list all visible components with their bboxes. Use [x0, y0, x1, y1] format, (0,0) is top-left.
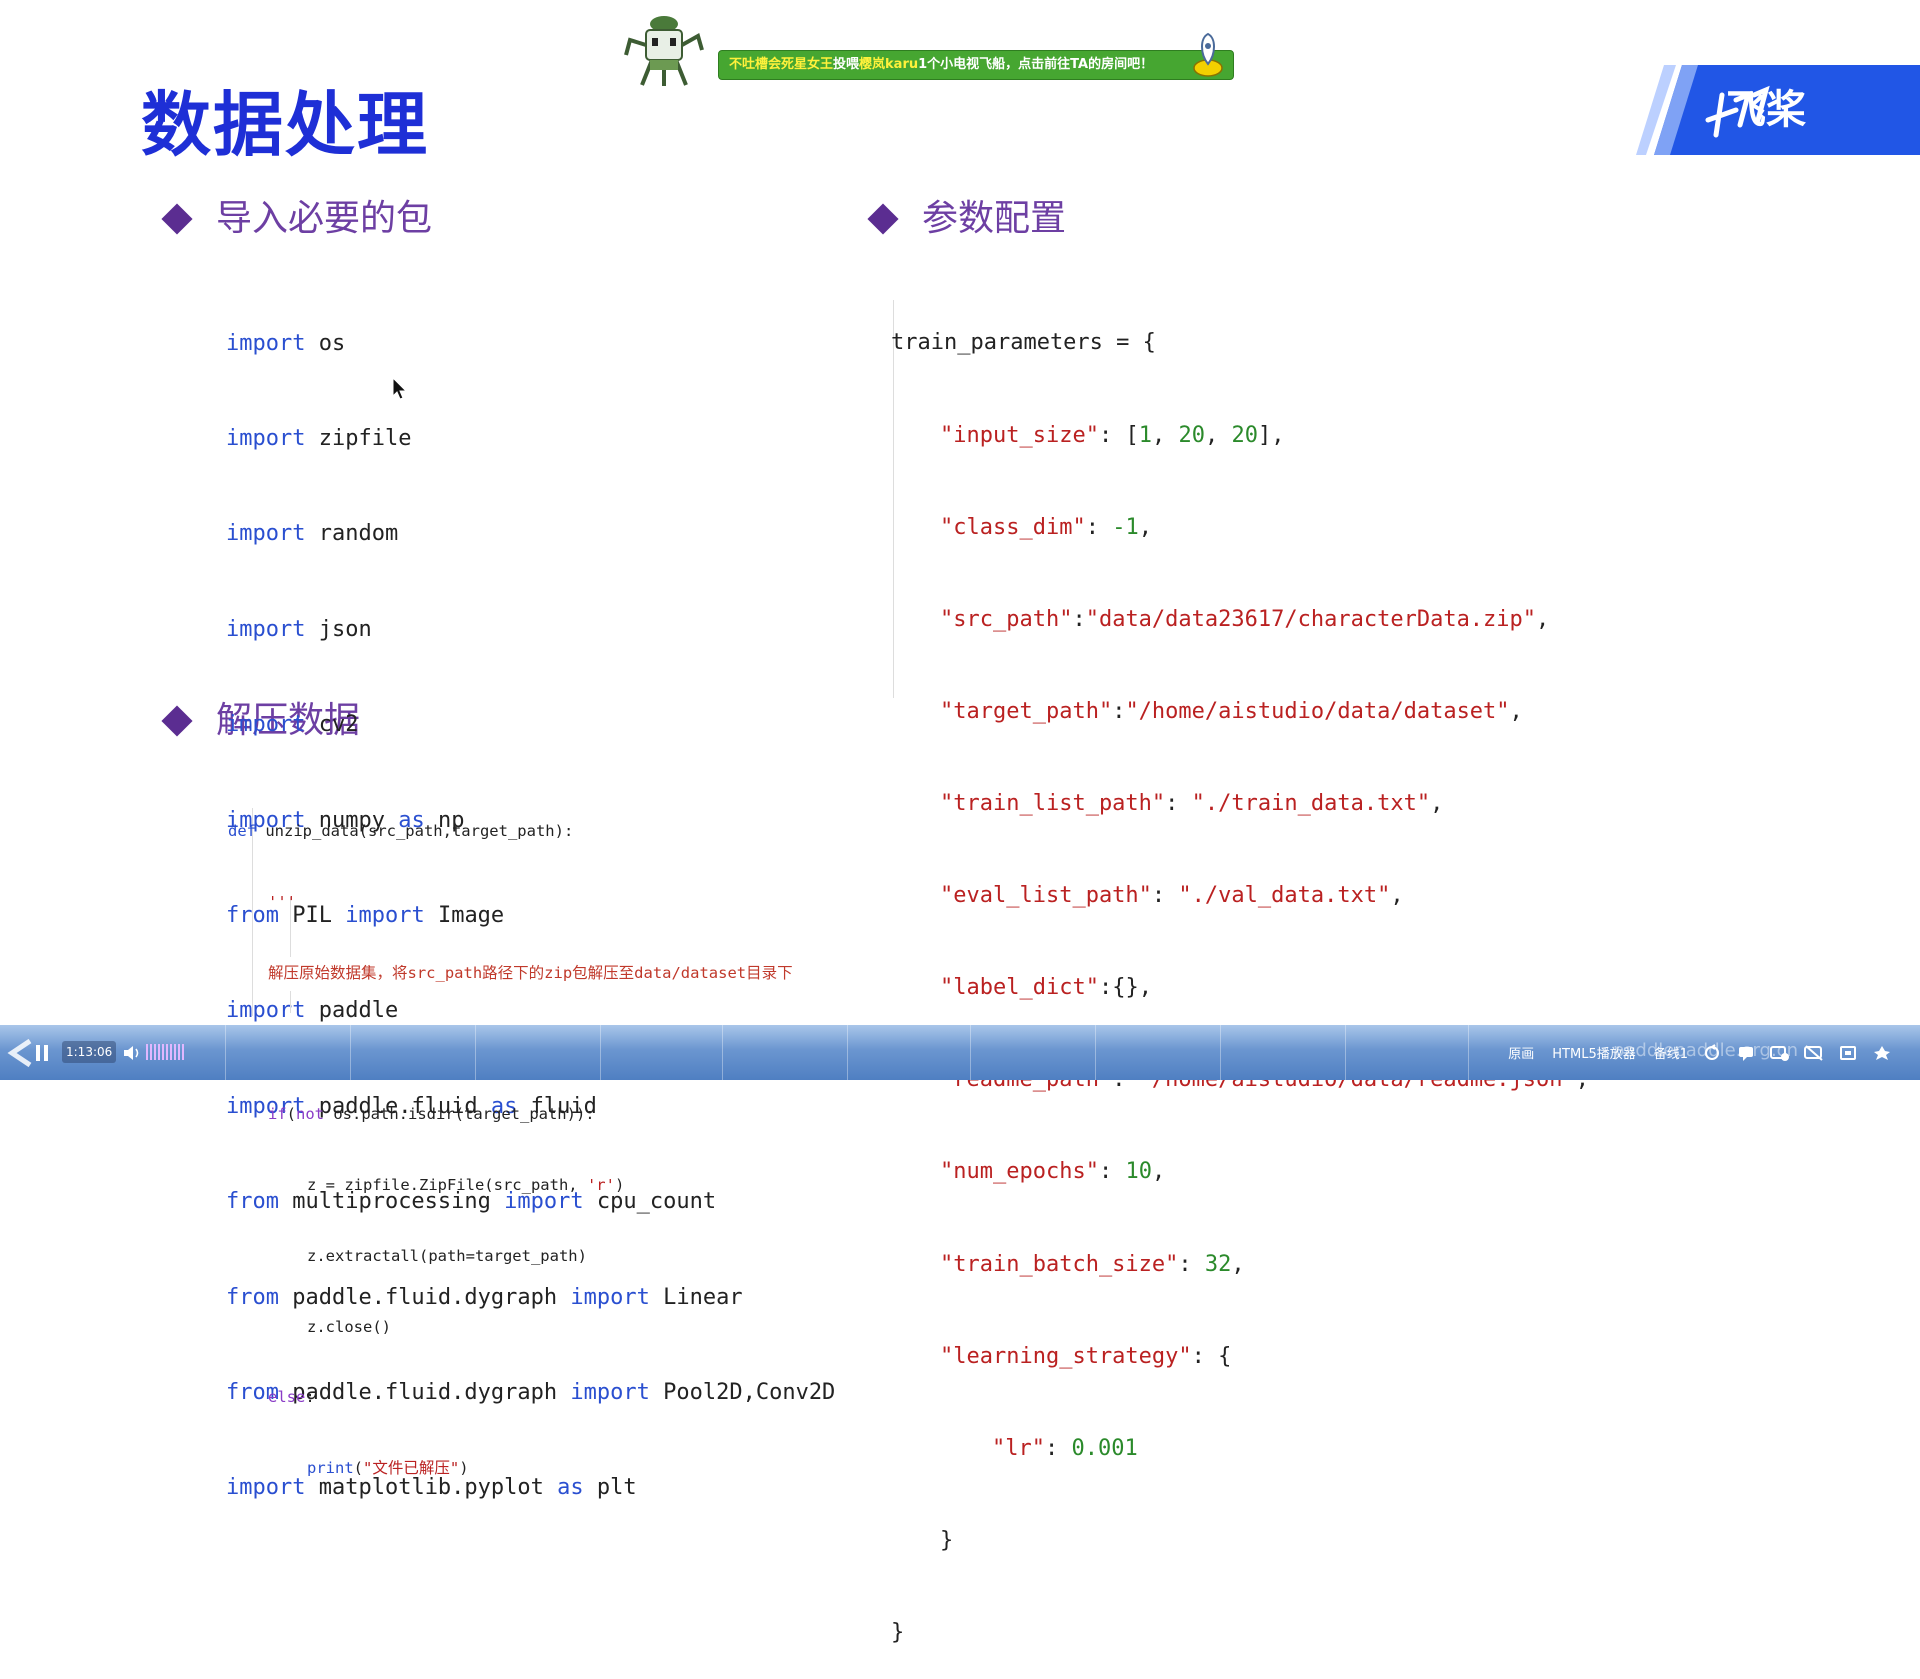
playback-time: 1:13:06 — [62, 1041, 117, 1063]
code-line: } — [891, 1619, 905, 1645]
quality-selector[interactable]: 原画 — [1508, 1043, 1534, 1062]
slide-title: 数据处理 — [141, 84, 429, 166]
unzip-code-block: def unzip_data(src_path,target_path): ''… — [228, 773, 793, 1504]
code-line: print("文件已解压") — [307, 1459, 469, 1478]
paddlepaddle-logo: 飞桨 — [1636, 65, 1920, 155]
code-line: "lr": 0.001 — [992, 1435, 1138, 1461]
code-line: import random — [226, 521, 399, 547]
volume-slider[interactable] — [146, 1044, 184, 1060]
code-line: 解压原始数据集，将src_path路径下的zip包解压至data/dataset… — [268, 963, 793, 982]
gift-verb: 投喂 — [833, 57, 860, 72]
diamond-bullet-icon — [867, 203, 899, 235]
gift-message: 1个小电视飞船，点击前往TA的房间吧！ — [918, 57, 1154, 72]
code-line: "train_batch_size": 32, — [940, 1251, 1245, 1277]
code-line: "src_path":"data/data23617/characterData… — [940, 606, 1550, 632]
code-line: import cv2 — [226, 712, 359, 738]
code-line: train_parameters = { — [891, 330, 1156, 356]
robot-mascot-icon — [624, 16, 704, 86]
code-line: else: — [268, 1388, 315, 1407]
code-line: def unzip_data(src_path,target_path): — [228, 822, 574, 841]
code-line: "target_path":"/home/aistudio/data/datas… — [940, 698, 1523, 724]
section-heading: 导入必要的包 — [216, 198, 433, 239]
code-line: ''' — [268, 892, 296, 911]
section-heading: 参数配置 — [922, 198, 1067, 239]
code-line: "label_dict":{}, — [940, 975, 1152, 1001]
code-line: "num_epochs": 10, — [940, 1159, 1166, 1185]
code-line: import zipfile — [226, 425, 412, 451]
code-line: z.extractall(path=target_path) — [307, 1246, 587, 1265]
gift-sender: 不吐槽会死星女王 — [729, 57, 834, 72]
rocket-gift-icon — [1193, 32, 1223, 77]
danmaku-off-icon[interactable] — [1804, 1043, 1824, 1063]
code-line: } — [940, 1527, 954, 1553]
watermark: paddlepaddle.org.cn — [1612, 1040, 1798, 1061]
code-line: "eval_list_path": "./val_data.txt", — [940, 883, 1404, 909]
code-line: if(not os.path.isdir(target_path)): — [268, 1105, 595, 1124]
code-line: "learning_strategy": { — [940, 1343, 1232, 1369]
code-line: "class_dim": -1, — [940, 514, 1152, 540]
diamond-bullet-icon — [161, 203, 193, 235]
fullscreen-icon[interactable] — [1872, 1043, 1892, 1063]
gift-notification-banner[interactable]: 不吐槽会死星女王投喂樱岚karu1个小电视飞船，点击前往TA的房间吧！ — [718, 50, 1234, 80]
code-line: z = zipfile.ZipFile(src_path, 'r') — [307, 1176, 625, 1195]
code-line: import os — [226, 330, 346, 356]
volume-icon[interactable] — [122, 1025, 144, 1080]
code-line: "train_list_path": "./train_data.txt", — [940, 790, 1444, 816]
logo-text: 飞桨 — [1726, 87, 1806, 133]
diamond-bullet-icon — [161, 705, 193, 737]
pause-button[interactable] — [34, 1025, 54, 1080]
code-line: "input_size": [1, 20, 20], — [940, 422, 1285, 448]
code-line: import json — [226, 616, 372, 642]
mouse-cursor-icon — [392, 377, 408, 400]
code-line: z.close() — [307, 1317, 391, 1336]
fullscreen-window-icon[interactable] — [1838, 1043, 1858, 1063]
params-code-block: train_parameters = { "input_size": [1, 2… — [891, 267, 1589, 1679]
gift-target: 樱岚karu — [859, 57, 919, 72]
